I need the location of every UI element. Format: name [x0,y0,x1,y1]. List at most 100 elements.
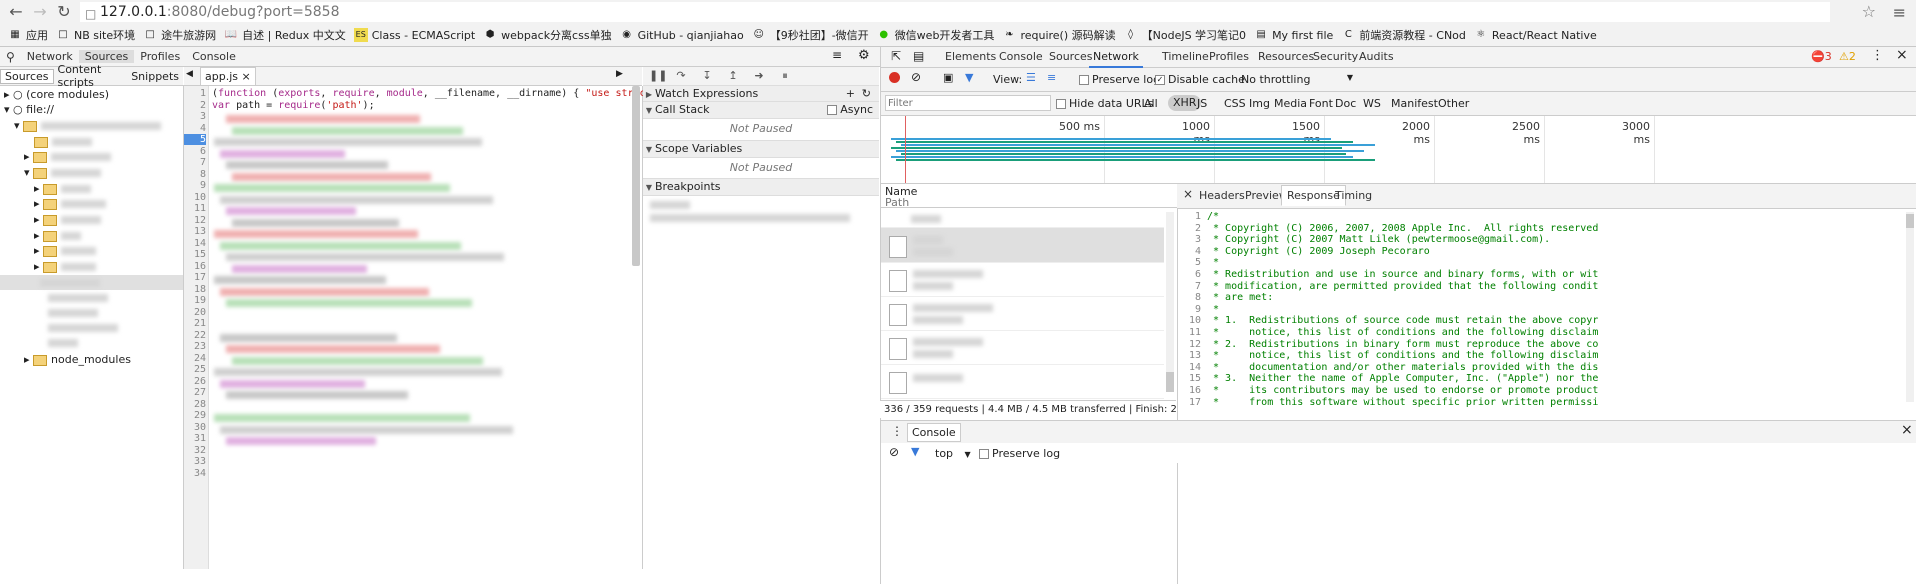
request-row[interactable] [881,296,1164,331]
clear-icon[interactable]: ⊘ [911,70,921,84]
large-rows-icon[interactable]: ☰ [1026,71,1036,84]
line-number[interactable]: 27 [184,387,206,398]
close-icon[interactable]: × [242,70,251,83]
bookmark-item[interactable]: ☺ 【9秒社团】-微信开 [752,27,869,43]
filter-input[interactable] [885,95,1051,111]
line-number[interactable]: 9 [184,180,206,191]
filter-type-css[interactable]: CSS [1224,97,1246,110]
code-editor[interactable]: 1 2 3 4 5 6 7 8 9 10 11 12 13 14 15 16 17 18 19 20 21 22 23 24 2… [184,86,664,569]
browser-menu-icon[interactable]: ≡ [1893,3,1906,22]
filter-type-other[interactable]: Other [1438,97,1469,110]
line-number[interactable]: 4 [184,123,206,134]
search-icon[interactable]: ⚲ [0,50,21,64]
tree-folder[interactable]: ▸ [34,259,97,274]
waterfall-icon[interactable]: ≡ [1047,71,1056,84]
bookmark-item[interactable]: ⬢ webpack分离css单独 [483,27,612,43]
tree-folder[interactable]: ▸ [34,181,92,196]
bookmark-star-icon[interactable]: ☆ [1862,2,1876,21]
tree-folder[interactable]: ▸ [34,196,107,211]
filter-type-ws[interactable]: WS [1363,97,1381,110]
line-number[interactable]: 12 [184,215,206,226]
devtools-tab-network[interactable]: Network [1089,50,1143,68]
devtools-tab-resources[interactable]: Resources [1258,50,1314,63]
bookmark-item[interactable]: □ 途牛旅游网 [143,27,216,43]
tree-folder[interactable] [34,134,92,149]
hide-data-urls-checkbox[interactable]: Hide data URLs [1056,97,1153,110]
response-body[interactable]: 1 /* 2 * Copyright (C) 2006, 2007, 2008 Ap… [1177,209,1906,416]
line-number[interactable]: 16 [184,261,206,272]
tab-sources-nav[interactable]: Sources [0,68,54,84]
back-icon[interactable]: ← [6,2,26,22]
inspect-element-icon[interactable]: ⇱ [891,49,901,63]
forward-icon[interactable]: → [30,2,50,22]
line-number[interactable]: 11 [184,203,206,214]
more-options-icon[interactable]: ⋮ [1871,48,1884,63]
line-number[interactable]: 1 [184,88,206,99]
editor-scrollbar[interactable] [632,86,640,266]
line-number[interactable]: 3 [184,111,206,122]
line-number[interactable]: 23 [184,341,206,352]
preserve-log-checkbox[interactable]: Preserve log [1079,73,1160,86]
tree-file-selected[interactable] [0,275,183,290]
tree-file[interactable] [48,290,108,305]
tab-app-js[interactable]: app.js × [200,67,256,85]
bookmark-item[interactable]: C 前端资源教程 - CNod [1341,27,1466,43]
tab-console-drawer[interactable]: Console [907,423,961,442]
line-number[interactable]: 20 [184,307,206,318]
drawer-menu-icon[interactable]: ⋮ [891,424,903,438]
tree-folder[interactable]: ▸ [24,149,112,164]
filter-type-manifest[interactable]: Manifest [1391,97,1438,110]
console-drawer-icon[interactable]: ≡ [832,48,842,62]
line-number[interactable]: 31 [184,433,206,444]
line-number[interactable]: 32 [184,445,206,456]
sidebar-toggle-icon[interactable]: ▶ [616,69,623,79]
bookmark-item[interactable]: ● 微信web开发者工具 [877,27,994,43]
error-count[interactable]: ⛔3 [1811,50,1832,63]
refresh-icon[interactable]: ↻ [862,86,871,102]
tree-folder[interactable]: ▸ [34,228,82,243]
tree-item-core-modules[interactable]: ▸ ○ (core modules) [4,87,109,102]
tree-folder[interactable]: ▾ [14,118,162,133]
bookmark-item[interactable]: ◉ GitHub - qianjiahao [620,28,744,42]
tab-network[interactable]: Network [21,50,79,63]
request-row[interactable] [881,364,1164,399]
bookmark-item[interactable]: 📖 自述 | Redux 中文文 [224,27,346,43]
warning-count[interactable]: ⚠2 [1839,50,1856,63]
console-preserve-log-checkbox[interactable]: Preserve log [979,447,1060,460]
device-mode-icon[interactable]: ▤ [913,49,924,63]
devtools-tab-timeline[interactable]: Timeline [1162,50,1209,63]
record-icon[interactable] [889,72,900,83]
network-timeline-overview[interactable]: 500 ms1000 ms1500 ms2000 ms2500 ms3000 m… [880,116,1916,184]
tree-file[interactable] [48,305,98,320]
devtools-tab-sources[interactable]: Sources [1049,50,1093,63]
filter-type-all[interactable]: All [1144,97,1158,110]
line-number[interactable]: 22 [184,330,206,341]
tab-headers[interactable]: Headers [1199,189,1245,202]
add-icon[interactable]: + [846,86,855,102]
line-number[interactable]: 34 [184,468,206,479]
tab-sources[interactable]: Sources [78,50,135,63]
tab-console[interactable]: Console [186,50,242,63]
filter-type-js[interactable]: JS [1197,97,1207,110]
close-drawer-icon[interactable]: × [1901,422,1913,438]
line-number[interactable]: 7 [184,157,206,168]
filter-type-doc[interactable]: Doc [1335,97,1356,110]
line-number[interactable]: 8 [184,169,206,180]
navigator-toggle-icon[interactable]: ◀ [186,69,193,79]
filter-type-media[interactable]: Media [1274,97,1307,110]
tab-timing[interactable]: Timing [1335,189,1372,202]
tree-item-node-modules[interactable]: ▸ node_modules [24,352,131,367]
settings-gear-icon[interactable]: ⚙ [858,48,870,63]
line-number[interactable]: 10 [184,192,206,203]
line-number[interactable]: 33 [184,456,206,467]
request-list-scrollbar[interactable] [1166,212,1174,392]
line-number[interactable]: 30 [184,422,206,433]
async-checkbox[interactable]: Async [827,102,873,118]
disable-cache-checkbox[interactable]: ✓ Disable cache [1155,73,1245,86]
bookmark-item[interactable]: ▤ My first file [1254,28,1333,42]
line-number[interactable]: 13 [184,226,206,237]
throttling-select[interactable]: No throttling ▼ [1241,73,1353,86]
tree-folder[interactable]: ▾ [24,165,102,180]
name-column-header[interactable]: Name Path [881,184,1177,208]
filter-type-img[interactable]: Img [1249,97,1270,110]
